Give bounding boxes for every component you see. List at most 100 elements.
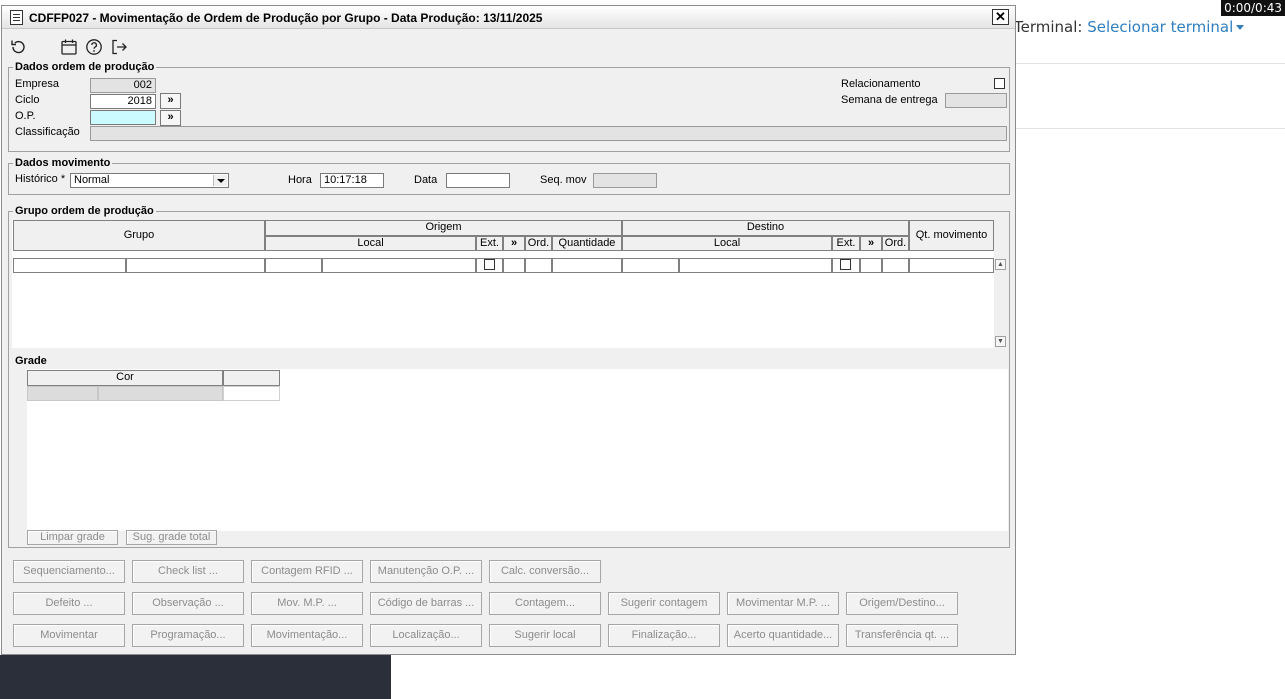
grupo-header: Grupo [13,220,265,251]
arrow-destino-header: » [860,236,882,251]
grupo-cell[interactable] [13,258,126,273]
refresh-icon[interactable] [9,38,27,56]
hora-label: Hora [288,174,312,186]
select-terminal-link[interactable]: Selecionar terminal [1087,18,1233,36]
close-button[interactable]: ✕ [992,9,1009,25]
hora-field[interactable]: 10:17:18 [320,173,384,188]
empresa-label: Empresa [15,78,60,90]
programacao-button[interactable]: Programação... [132,624,244,647]
defeito-button[interactable]: Defeito ... [13,592,125,615]
destino-header: Destino [622,220,909,236]
page-divider [1016,128,1285,129]
seq-mov-field [593,173,657,188]
local-destino-cell[interactable] [622,258,679,273]
qt-movimento-header: Qt. movimento [909,220,994,251]
manutencao-op-button[interactable]: Manutenção O.P. ... [370,560,482,583]
ext-origem-checkbox[interactable] [484,259,495,270]
acerto-quantidade-button[interactable]: Acerto quantidade... [727,624,839,647]
quantidade-cell[interactable] [552,258,622,273]
toolbar [2,30,1015,60]
group-title: Dados movimento [13,157,113,169]
sugerir-contagem-button[interactable]: Sugerir contagem [608,592,720,615]
contagem-rfid-button[interactable]: Contagem RFID ... [251,560,363,583]
sequenciamento-button[interactable]: Sequenciamento... [13,560,125,583]
localizacao-button[interactable]: Localização... [370,624,482,647]
ciclo-field[interactable]: 2018 [90,94,156,109]
relacionamento-label: Relacionamento [841,78,921,90]
ext-destino-cell [832,258,860,273]
title-bar[interactable]: CDFFP027 - Movimentação de Ordem de Prod… [2,6,1015,29]
classificacao-field [90,126,1007,141]
historico-label: Histórico * [15,173,66,185]
local-destino-desc-cell[interactable] [679,258,832,273]
semana-field [945,93,1007,108]
scroll-down-icon[interactable]: ▼ [995,336,1006,347]
finalizacao-button[interactable]: Finalização... [608,624,720,647]
codigo-barras-button[interactable]: Código de barras ... [370,592,482,615]
cor-code-cell[interactable] [27,386,98,401]
qt-movimento-cell[interactable] [909,258,994,273]
semana-label: Semana de entrega [841,94,938,106]
op-lookup-button[interactable]: » [160,110,181,126]
sugerir-grade-total-button[interactable]: Sug. grade total [126,530,217,545]
contagem-button[interactable]: Contagem... [489,592,601,615]
sugerir-local-button[interactable]: Sugerir local [489,624,601,647]
ord-origem-header: Ord. [525,236,552,251]
group-title: Dados ordem de produção [13,61,157,73]
limpar-grade-button[interactable]: Limpar grade [27,530,118,545]
movimentar-mp-button[interactable]: Movimentar M.P. ... [727,592,839,615]
arrow-destino-cell[interactable] [860,258,882,273]
quantidade-header: Quantidade [552,236,622,251]
grade-title: Grade [15,355,47,367]
calendar-icon[interactable] [60,38,78,56]
production-order-group: Dados ordem de produção Empresa 002 Cicl… [8,61,1010,152]
ord-destino-cell[interactable] [882,258,909,273]
dialog-window: CDFFP027 - Movimentação de Ordem de Prod… [1,5,1016,655]
movimentar-button[interactable]: Movimentar [13,624,125,647]
origem-header: Origem [265,220,622,236]
grupo-desc-cell[interactable] [126,258,265,273]
ciclo-lookup-button[interactable]: » [160,93,181,109]
movimentacao-button[interactable]: Movimentação... [251,624,363,647]
local-origem-header: Local [265,236,476,251]
grade-qty-cell[interactable] [223,386,280,401]
relacionamento-checkbox[interactable] [994,78,1005,89]
ciclo-label: Ciclo [15,94,40,106]
empresa-field: 002 [90,78,156,93]
transferencia-qt-button[interactable]: Transferência qt. ... [846,624,958,647]
document-icon [10,10,23,25]
seq-mov-label: Seq. mov [540,174,587,186]
historico-value: Normal [74,174,110,186]
ext-origem-cell [476,258,503,273]
scroll-up-icon[interactable]: ▲ [995,259,1006,270]
exit-icon[interactable] [110,38,128,56]
local-origem-cell[interactable] [265,258,322,273]
local-origem-desc-cell[interactable] [322,258,476,273]
historico-select[interactable]: Normal [70,173,229,188]
observacao-button[interactable]: Observação ... [132,592,244,615]
data-label: Data [414,174,438,186]
calc-conversao-button[interactable]: Calc. conversão... [489,560,601,583]
chevron-down-icon[interactable] [1236,25,1245,30]
arrow-origem-cell[interactable] [503,258,525,273]
classificacao-label: Classificação [15,126,80,138]
cor-desc-cell[interactable] [98,386,223,401]
mov-mp-button[interactable]: Mov. M.P. ... [251,592,363,615]
order-group-section: Grupo ordem de produção Grupo Origem Des… [8,205,1010,548]
movement-data-group: Dados movimento Histórico * Normal Hora … [8,157,1010,195]
video-timer: 0:00/0:43 [1221,0,1285,16]
ord-origem-cell[interactable] [525,258,552,273]
local-destino-header: Local [622,236,832,251]
group-title: Grupo ordem de produção [13,205,156,217]
chevron-down-icon[interactable] [213,175,227,186]
help-icon[interactable] [85,38,103,56]
ord-destino-header: Ord. [882,236,909,251]
origem-destino-button[interactable]: Origem/Destino... [846,592,958,615]
check-list-button[interactable]: Check list ... [132,560,244,583]
op-label: O.P. [15,110,36,122]
ext-destino-checkbox[interactable] [840,259,851,270]
op-field[interactable] [90,110,156,125]
data-field[interactable] [446,173,510,188]
order-grid-scrollbar[interactable]: ▲ ▼ [994,258,1007,348]
terminal-label: Terminal: [1014,18,1083,36]
